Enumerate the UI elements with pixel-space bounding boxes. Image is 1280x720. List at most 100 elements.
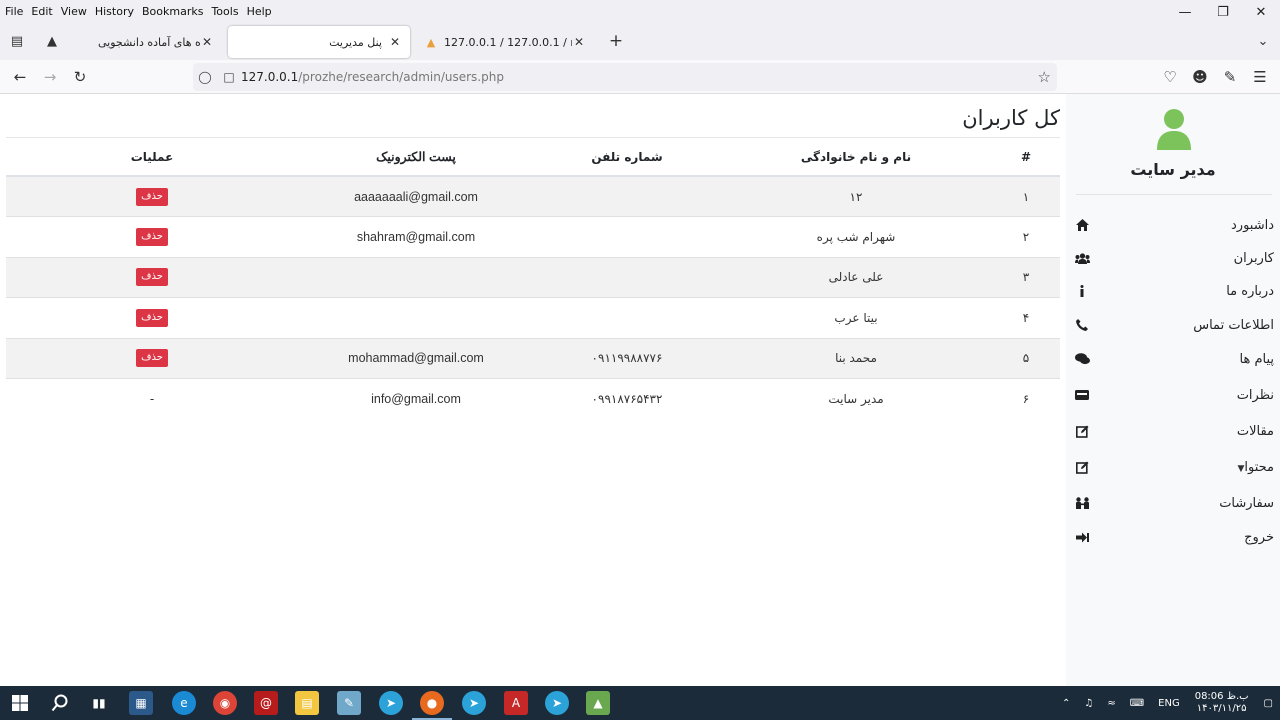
delete-button[interactable]: حذف bbox=[136, 187, 168, 206]
close-tab-icon[interactable]: ✕ bbox=[388, 35, 402, 49]
sidebar-item-contact-info[interactable]: اطلاعات تماس bbox=[1066, 311, 1280, 339]
search-icon[interactable] bbox=[48, 691, 72, 715]
extensions-icon[interactable]: ✎ bbox=[1217, 65, 1243, 89]
row-num: ۶ bbox=[992, 378, 1060, 419]
taskbar: ▮▮ ▦ e ◉ @ ▤ ✎ ➤ ● ➤ A ➤ ▲ ⌃ ♫ ≈ ⌨ ENG 0… bbox=[0, 686, 1280, 720]
bookmark-star-icon[interactable]: ☆ bbox=[1038, 68, 1051, 86]
sidebar-item-label: نظرات bbox=[1236, 387, 1274, 403]
hamburger-menu-icon[interactable]: ☰ bbox=[1247, 65, 1273, 89]
content-label-text: محتوا bbox=[1244, 459, 1274, 475]
telegram-icon[interactable]: ➤ bbox=[545, 691, 569, 715]
menu-view[interactable]: View bbox=[57, 5, 91, 18]
notepad-icon[interactable]: ✎ bbox=[337, 691, 361, 715]
account-icon[interactable]: ☻ bbox=[1187, 65, 1213, 89]
list-tabs-chevron-icon[interactable]: ⌄ bbox=[1251, 30, 1275, 52]
graduation-cap-icon[interactable]: ▲ bbox=[40, 30, 64, 52]
volume-icon[interactable]: ♫ bbox=[1077, 698, 1100, 709]
sidebar-item-about[interactable]: درباره ما bbox=[1066, 277, 1280, 305]
wifi-icon[interactable]: ≈ bbox=[1100, 698, 1122, 709]
restore-icon[interactable]: ❐ bbox=[1204, 0, 1242, 24]
tab-admin-panel[interactable]: پنل مدیریت ✕ bbox=[228, 26, 410, 58]
clock[interactable]: 08:06 ب.ظ ۱۴۰۳/۱۱/۲۵ bbox=[1187, 691, 1257, 715]
chevron-up-icon[interactable]: ⌃ bbox=[1055, 698, 1077, 709]
menu-tools[interactable]: Tools bbox=[207, 5, 242, 18]
store-icon[interactable]: ▦ bbox=[129, 691, 153, 715]
row-num: ۱ bbox=[992, 175, 1060, 217]
telegram-icon[interactable]: ➤ bbox=[379, 691, 403, 715]
table-header-row: # نام و نام خانوادگی شماره تلفن پست الکت… bbox=[6, 138, 1060, 177]
sidebar-item-label: محتوا▼ bbox=[1233, 460, 1274, 475]
pocket-icon[interactable]: ♡ bbox=[1157, 65, 1183, 89]
sidebar-item-messages[interactable]: پیام ها bbox=[1066, 345, 1280, 373]
language-indicator[interactable]: ENG bbox=[1151, 698, 1187, 709]
delete-button[interactable]: حذف bbox=[136, 227, 168, 246]
minimize-icon[interactable]: — bbox=[1166, 0, 1204, 24]
forward-icon[interactable]: → bbox=[37, 65, 63, 89]
firefox-icon[interactable]: ● bbox=[420, 691, 444, 715]
page-content: مدیر سایت داشبورد کاربران درباره ما اطلا… bbox=[0, 94, 1280, 686]
row-email: info@gmail.com bbox=[298, 378, 534, 419]
menu-history[interactable]: History bbox=[91, 5, 138, 18]
navigation-bar: ← → ↻ ◯ □ 127.0.0.1 /prozhe/research/adm… bbox=[0, 60, 1280, 94]
app-icon[interactable]: @ bbox=[254, 691, 278, 715]
sidebar: مدیر سایت داشبورد کاربران درباره ما اطلا… bbox=[1066, 94, 1280, 686]
notification-icon[interactable]: ▢ bbox=[1257, 698, 1280, 709]
close-window-icon[interactable]: ✕ bbox=[1242, 0, 1280, 24]
menu-bookmarks[interactable]: Bookmarks bbox=[138, 5, 207, 18]
clock-date: ۱۴۰۳/۱۱/۲۵ bbox=[1196, 703, 1247, 714]
tab-bar: ▤ ▲ پروژه های آماده دانشجویی ✕ پنل مدیری… bbox=[0, 22, 1280, 60]
page-icon[interactable]: □ bbox=[217, 70, 241, 84]
edge-icon[interactable]: e bbox=[172, 691, 196, 715]
row-email: shahram@gmail.com bbox=[298, 216, 534, 257]
delete-button[interactable]: حذف bbox=[136, 308, 168, 327]
close-tab-icon[interactable]: ✕ bbox=[200, 35, 214, 49]
sidebar-item-orders[interactable]: سفارشات bbox=[1066, 489, 1280, 517]
sidebar-item-label: کاربران bbox=[1233, 250, 1274, 266]
site-title: مدیر سایت bbox=[1130, 160, 1216, 179]
home-icon bbox=[1074, 217, 1090, 233]
table-row: ۵ محمد بنا ۰۹۱۱۹۹۸۸۷۷۶ mohammad@gmail.co… bbox=[6, 337, 1060, 379]
shield-icon[interactable]: ◯ bbox=[193, 70, 217, 84]
file-explorer-icon[interactable]: ▤ bbox=[295, 691, 319, 715]
close-tab-icon[interactable]: ✕ bbox=[572, 35, 586, 49]
sidebar-item-content[interactable]: محتوا▼ bbox=[1066, 453, 1280, 481]
menu-file[interactable]: File bbox=[0, 5, 27, 18]
delete-button[interactable]: حذف bbox=[136, 268, 168, 287]
row-operations: - bbox=[6, 378, 298, 419]
tab-projects[interactable]: پروژه های آماده دانشجویی ✕ bbox=[84, 26, 222, 58]
row-phone: ۰۹۱۱۹۹۸۸۷۷۶ bbox=[534, 337, 720, 379]
image-viewer-icon[interactable]: ▲ bbox=[586, 691, 610, 715]
sidebar-item-comments[interactable]: نظرات bbox=[1066, 381, 1280, 409]
row-email: mohammad@gmail.com bbox=[298, 337, 534, 379]
reload-icon[interactable]: ↻ bbox=[67, 65, 93, 89]
sidebar-item-logout[interactable]: خروج bbox=[1066, 523, 1280, 551]
sidebar-item-label: خروج bbox=[1244, 529, 1274, 545]
comments-icon bbox=[1074, 351, 1090, 367]
row-name: شهرام شب پره bbox=[720, 216, 992, 257]
new-tab-icon[interactable]: + bbox=[604, 30, 628, 52]
sidebar-item-dashboard[interactable]: داشبورد bbox=[1066, 211, 1280, 239]
menu-help[interactable]: Help bbox=[243, 5, 276, 18]
tab-phpmyadmin[interactable]: ▲ 127.0.0.1 / 127.0.0.1 / research ✕ bbox=[416, 26, 594, 58]
chrome-icon[interactable]: ◉ bbox=[213, 691, 237, 715]
url-bar[interactable]: ◯ □ 127.0.0.1 /prozhe/research/admin/use… bbox=[193, 63, 1057, 91]
acrobat-icon[interactable]: A bbox=[504, 691, 528, 715]
menu-edit[interactable]: Edit bbox=[27, 5, 56, 18]
windows-start-icon[interactable] bbox=[8, 691, 32, 715]
table-row: ۱ ۱۲ aaaaaaali@gmail.com حذف bbox=[6, 175, 1060, 217]
telegram-icon[interactable]: ➤ bbox=[462, 691, 486, 715]
sidebar-item-label: درباره ما bbox=[1226, 283, 1274, 299]
delete-button[interactable]: حذف bbox=[136, 349, 168, 368]
header-operations: عملیات bbox=[6, 138, 298, 177]
back-icon[interactable]: ← bbox=[7, 65, 33, 89]
task-view-icon[interactable]: ▮▮ bbox=[87, 691, 111, 715]
tab-overview-icon[interactable]: ▤ bbox=[5, 30, 29, 52]
clock-time: 08:06 ب.ظ bbox=[1194, 691, 1249, 702]
sidebar-item-articles[interactable]: مقالات bbox=[1066, 417, 1280, 445]
sidebar-item-users[interactable]: کاربران bbox=[1066, 244, 1280, 272]
table-row: ۶ مدیر سایت ۰۹۹۱۸۷۶۵۴۳۲ info@gmail.com - bbox=[6, 378, 1060, 419]
row-phone bbox=[534, 297, 720, 338]
row-num: ۳ bbox=[992, 256, 1060, 298]
tab-title: پنل مدیریت bbox=[329, 35, 382, 49]
keyboard-icon[interactable]: ⌨ bbox=[1123, 698, 1151, 709]
